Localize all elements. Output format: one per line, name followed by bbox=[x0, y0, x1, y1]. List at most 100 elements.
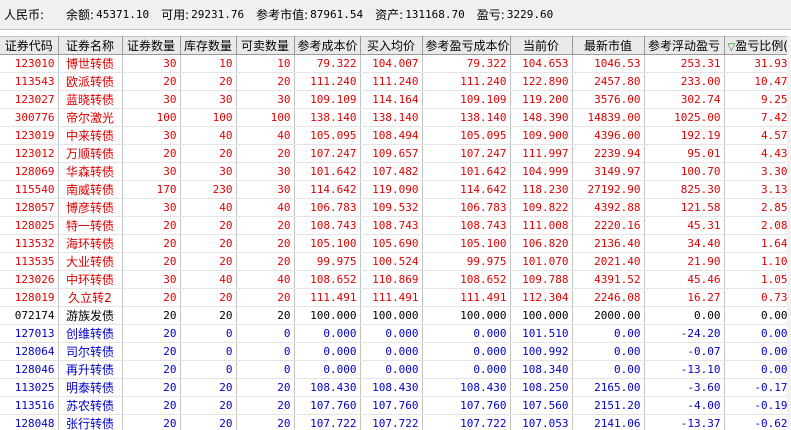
cell-current-price: 109.788 bbox=[510, 270, 573, 289]
cell-code: 127013 bbox=[0, 324, 59, 343]
cell-current-price: 148.390 bbox=[510, 108, 573, 127]
table-row[interactable]: 128025 特一转债 20 20 20 108.743 108.743 108.743 111… bbox=[0, 216, 791, 235]
cell-ref-cost-price: 108.430 bbox=[294, 378, 361, 397]
cell-code: 113543 bbox=[0, 72, 59, 91]
cell-stock-quantity: 10 bbox=[180, 54, 237, 73]
cell-quantity: 20 bbox=[122, 396, 181, 415]
col-header-current-price[interactable]: 当前价 bbox=[510, 36, 573, 55]
col-header-pnl-ratio[interactable]: ▽盈亏比例(%) bbox=[724, 36, 791, 55]
cell-current-price: 108.250 bbox=[510, 378, 573, 397]
cell-ref-cost-price: 79.322 bbox=[294, 54, 361, 73]
cell-sellable-quantity: 0 bbox=[236, 342, 295, 361]
cell-stock-quantity: 30 bbox=[180, 90, 237, 109]
cell-floating-pnl: 21.90 bbox=[644, 252, 725, 271]
cell-pnl-ratio: 2.08 bbox=[724, 216, 791, 235]
cell-market-value: 2151.20 bbox=[572, 396, 645, 415]
cell-name: 张行转债 bbox=[58, 414, 123, 430]
table-row[interactable]: 123012 万顺转债 20 20 20 107.247 109.657 107.247 111… bbox=[0, 144, 791, 163]
table-row[interactable]: 113543 欧派转债 20 20 20 111.240 111.240 111.240 122… bbox=[0, 72, 791, 91]
table-row[interactable]: 300776 帝尔激光 100 100 100 138.140 138.140 138.140… bbox=[0, 108, 791, 127]
table-row[interactable]: 113535 大业转债 20 20 20 99.975 100.524 99.975 101.0… bbox=[0, 252, 791, 271]
cell-code: 128048 bbox=[0, 414, 59, 430]
cell-code: 113535 bbox=[0, 252, 59, 271]
table-row[interactable]: 113516 苏农转债 20 20 20 107.760 107.760 107.760 107… bbox=[0, 396, 791, 415]
col-header-name[interactable]: 证券名称 bbox=[58, 36, 123, 55]
table-row[interactable]: 128019 久立转2 20 20 20 111.491 111.491 111.491 112… bbox=[0, 288, 791, 307]
col-header-ref-cost-price[interactable]: 参考成本价 bbox=[294, 36, 361, 55]
table-row[interactable]: 128057 博彦转债 30 40 40 106.783 109.532 106.783 109… bbox=[0, 198, 791, 217]
cell-sellable-quantity: 10 bbox=[236, 54, 295, 73]
col-header-floating-pnl[interactable]: 参考浮动盈亏 bbox=[644, 36, 725, 55]
cell-name: 海环转债 bbox=[58, 234, 123, 253]
table-row[interactable]: 128046 再升转债 20 0 0 0.000 0.000 0.000 108.340 0.00… bbox=[0, 360, 791, 379]
cell-floating-pnl: 233.00 bbox=[644, 72, 725, 91]
cell-current-price: 100.000 bbox=[510, 306, 573, 325]
table-row[interactable]: 123019 中来转债 30 40 40 105.095 108.494 105.095 109… bbox=[0, 126, 791, 145]
cell-stock-quantity: 40 bbox=[180, 126, 237, 145]
table-row[interactable]: 123026 中环转债 30 40 40 108.652 110.869 108.652 109… bbox=[0, 270, 791, 289]
cell-pnl-ratio: 3.13 bbox=[724, 180, 791, 199]
cell-floating-pnl: 95.01 bbox=[644, 144, 725, 163]
cell-stock-quantity: 20 bbox=[180, 216, 237, 235]
cell-avg-buy-price: 108.494 bbox=[360, 126, 423, 145]
cell-pnl-ratio: 2.85 bbox=[724, 198, 791, 217]
cell-current-price: 109.900 bbox=[510, 126, 573, 145]
cell-sellable-quantity: 0 bbox=[236, 360, 295, 379]
cell-floating-pnl: 45.31 bbox=[644, 216, 725, 235]
table-row[interactable]: 113532 海环转债 20 20 20 105.100 105.690 105.100 106… bbox=[0, 234, 791, 253]
col-header-quantity[interactable]: 证券数量 bbox=[122, 36, 181, 55]
table-row[interactable]: 123027 蓝晓转债 30 30 30 109.109 114.164 109.109 119… bbox=[0, 90, 791, 109]
table-row[interactable]: 128064 司尔转债 20 0 0 0.000 0.000 0.000 100.992 0.00… bbox=[0, 342, 791, 361]
cell-current-price: 108.340 bbox=[510, 360, 573, 379]
cell-current-price: 109.822 bbox=[510, 198, 573, 217]
cell-market-value: 2141.06 bbox=[572, 414, 645, 430]
cell-floating-pnl: -3.60 bbox=[644, 378, 725, 397]
cell-floating-pnl: 302.74 bbox=[644, 90, 725, 109]
col-header-ref-pnl-cost-price[interactable]: 参考盈亏成本价 bbox=[422, 36, 511, 55]
col-header-code[interactable]: 证券代码 bbox=[0, 36, 59, 55]
cell-avg-buy-price: 104.007 bbox=[360, 54, 423, 73]
table-row[interactable]: 128048 张行转债 20 20 20 107.722 107.722 107.722 107… bbox=[0, 414, 791, 430]
cell-ref-cost-price: 108.743 bbox=[294, 216, 361, 235]
cell-ref-pnl-cost-price: 114.642 bbox=[422, 180, 511, 199]
cell-floating-pnl: -4.00 bbox=[644, 396, 725, 415]
table-row[interactable]: 128069 华森转债 30 30 30 101.642 107.482 101.642 104… bbox=[0, 162, 791, 181]
cell-sellable-quantity: 20 bbox=[236, 144, 295, 163]
cell-current-price: 107.053 bbox=[510, 414, 573, 430]
cell-market-value: 27192.90 bbox=[572, 180, 645, 199]
cell-quantity: 20 bbox=[122, 288, 181, 307]
table-row[interactable]: 123010 博世转债 30 10 10 79.322 104.007 79.322 104.6… bbox=[0, 54, 791, 73]
cell-sellable-quantity: 40 bbox=[236, 270, 295, 289]
cell-name: 欧派转债 bbox=[58, 72, 123, 91]
cell-market-value: 0.00 bbox=[572, 360, 645, 379]
cell-ref-pnl-cost-price: 107.760 bbox=[422, 396, 511, 415]
vertical-scrollbar[interactable] bbox=[787, 36, 791, 430]
cell-code: 128019 bbox=[0, 288, 59, 307]
cell-ref-pnl-cost-price: 79.322 bbox=[422, 54, 511, 73]
col-header-avg-buy-price[interactable]: 买入均价 bbox=[360, 36, 423, 55]
cell-pnl-ratio: 0.00 bbox=[724, 324, 791, 343]
table-row[interactable]: 113025 明泰转债 20 20 20 108.430 108.430 108.430 108… bbox=[0, 378, 791, 397]
cell-sellable-quantity: 30 bbox=[236, 180, 295, 199]
cell-quantity: 20 bbox=[122, 324, 181, 343]
balance-value: 45371.10 bbox=[96, 8, 150, 21]
holdings-grid[interactable]: 证券代码 证券名称 证券数量 库存数量 可卖数量 参考成本价 买入均价 参考盈亏… bbox=[0, 36, 791, 430]
cell-sellable-quantity: 20 bbox=[236, 234, 295, 253]
table-row[interactable]: 072174 游族发债 20 20 20 100.000 100.000 100.000 100… bbox=[0, 306, 791, 325]
cell-stock-quantity: 30 bbox=[180, 162, 237, 181]
cell-sellable-quantity: 20 bbox=[236, 288, 295, 307]
col-header-market-value[interactable]: 最新市值 bbox=[572, 36, 645, 55]
cell-stock-quantity: 0 bbox=[180, 324, 237, 343]
cell-market-value: 2000.00 bbox=[572, 306, 645, 325]
cell-market-value: 2021.40 bbox=[572, 252, 645, 271]
col-header-stock-quantity[interactable]: 库存数量 bbox=[180, 36, 237, 55]
cell-market-value: 2165.00 bbox=[572, 378, 645, 397]
cell-pnl-ratio: -0.17 bbox=[724, 378, 791, 397]
table-row[interactable]: 127013 创维转债 20 0 0 0.000 0.000 0.000 101.510 0.00… bbox=[0, 324, 791, 343]
table-row[interactable]: 115540 南威转债 170 230 30 114.642 119.090 114.642 1… bbox=[0, 180, 791, 199]
col-header-sellable-quantity[interactable]: 可卖数量 bbox=[236, 36, 295, 55]
market-value-label: 参考市值: bbox=[256, 8, 309, 22]
cell-floating-pnl: 0.00 bbox=[644, 306, 725, 325]
cell-code: 128046 bbox=[0, 360, 59, 379]
col-header-pnl-ratio-label: 盈亏比例(%) bbox=[735, 39, 790, 53]
